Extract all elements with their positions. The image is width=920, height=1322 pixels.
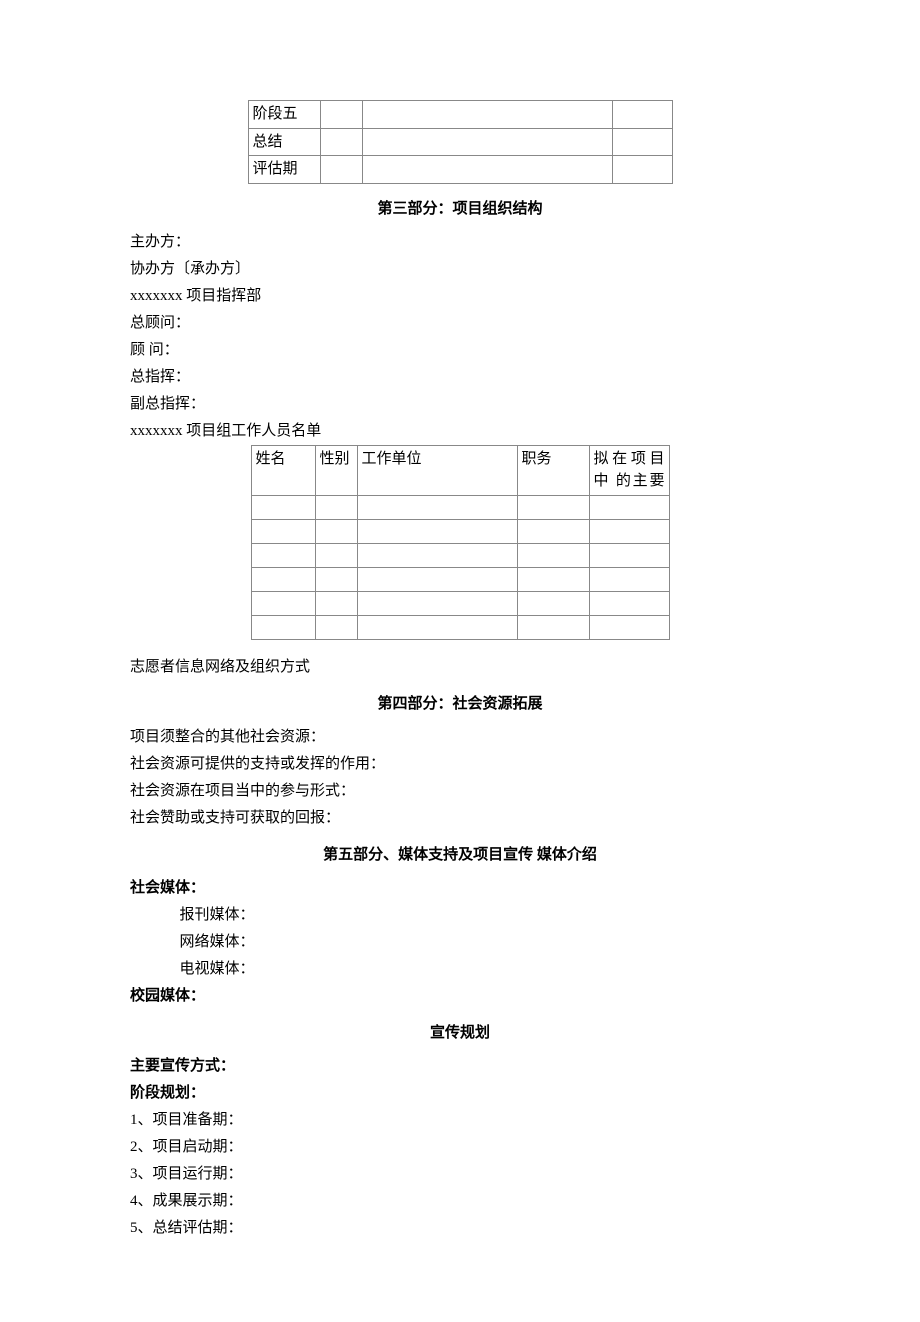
table-row [251, 615, 669, 639]
cell [362, 101, 612, 129]
media-type: 报刊媒体： [130, 902, 790, 929]
phase-item: 4、成果展示期： [130, 1188, 790, 1215]
text-line: 项目须整合的其他社会资源： [130, 724, 790, 751]
phase-item: 3、项目运行期： [130, 1161, 790, 1188]
media-type: 网络媒体： [130, 929, 790, 956]
text-line: 总顾问： [130, 310, 790, 337]
cell: 阶段五 [248, 101, 320, 129]
table-row [251, 519, 669, 543]
col-header: 职务 [517, 445, 589, 495]
cell: 评估期 [248, 156, 320, 184]
section4-heading: 第四部分：社会资源拓展 [130, 691, 790, 718]
col-header: 拟在项目中 的主要 [589, 445, 669, 495]
cell [362, 128, 612, 156]
section5-sub-heading: 宣传规划 [130, 1020, 790, 1047]
volunteer-line: 志愿者信息网络及组织方式 [130, 654, 790, 681]
table-row: 总结 [248, 128, 672, 156]
campus-media-label: 校园媒体： [130, 983, 790, 1010]
cell [320, 101, 362, 129]
text-line: 协办方〔承办方〕 [130, 256, 790, 283]
phase-plan-label: 阶段规划： [130, 1080, 790, 1107]
cell [612, 156, 672, 184]
col-header: 工作单位 [357, 445, 517, 495]
text-line: 社会资源在项目当中的参与形式： [130, 778, 790, 805]
col-header: 姓名 [251, 445, 315, 495]
table-row [251, 543, 669, 567]
cell [612, 128, 672, 156]
cell [320, 128, 362, 156]
table-row [251, 591, 669, 615]
phase-table: 阶段五 总结 评估期 [248, 100, 673, 184]
phase-item: 1、项目准备期： [130, 1107, 790, 1134]
text-line: 社会赞助或支持可获取的回报： [130, 805, 790, 832]
cell [612, 101, 672, 129]
phase-item: 2、项目启动期： [130, 1134, 790, 1161]
main-method-label: 主要宣传方式： [130, 1053, 790, 1080]
social-media-label: 社会媒体： [130, 875, 790, 902]
table-row [251, 567, 669, 591]
personnel-table: 姓名 性别 工作单位 职务 拟在项目中 的主要 [251, 445, 670, 640]
text-line: 社会资源可提供的支持或发挥的作用： [130, 751, 790, 778]
section3-heading: 第三部分：项目组织结构 [130, 196, 790, 223]
cell [362, 156, 612, 184]
text-line: xxxxxxx 项目组工作人员名单 [130, 418, 790, 445]
text-line: xxxxxxx 项目指挥部 [130, 283, 790, 310]
table-row: 阶段五 [248, 101, 672, 129]
text-line: 总指挥： [130, 364, 790, 391]
section5-heading: 第五部分、媒体支持及项目宣传 媒体介绍 [130, 842, 790, 869]
phase-item: 5、总结评估期： [130, 1215, 790, 1242]
col-header: 性别 [315, 445, 357, 495]
text-line: 副总指挥： [130, 391, 790, 418]
media-type: 电视媒体： [130, 956, 790, 983]
table-header-row: 姓名 性别 工作单位 职务 拟在项目中 的主要 [251, 445, 669, 495]
cell [320, 156, 362, 184]
table-row: 评估期 [248, 156, 672, 184]
table-row [251, 495, 669, 519]
text-line: 顾 问： [130, 337, 790, 364]
cell: 总结 [248, 128, 320, 156]
text-line: 主办方： [130, 229, 790, 256]
